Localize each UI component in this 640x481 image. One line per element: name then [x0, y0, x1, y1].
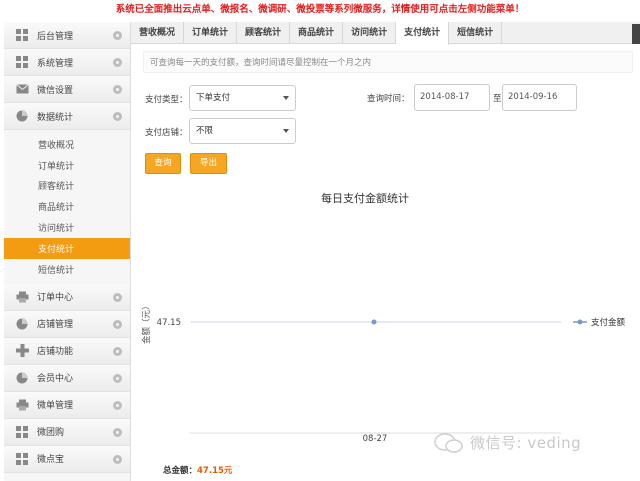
sidebar-item-label: 微信设置 — [37, 85, 74, 96]
sidebar-item-label: 微单管理 — [37, 401, 74, 412]
payment-line-chart: 47.15 金额（元） 08-27 支付金额 — [141, 301, 626, 444]
sidebar-item-micro-shop[interactable]: 微点宝 — [4, 445, 130, 473]
tab-revenue[interactable]: 营收概况 — [131, 22, 185, 44]
expand-circle-icon[interactable] — [113, 427, 122, 437]
sidebar-item-stats[interactable]: 数据统计 — [4, 103, 130, 130]
tab-payments[interactable]: 支付统计 — [396, 22, 450, 45]
expand-circle-icon[interactable] — [113, 319, 122, 329]
sidebar-item-label: 店铺功能 — [37, 347, 74, 358]
envelope-icon — [15, 83, 29, 95]
sidebar-item-system[interactable]: 系统管理 — [4, 49, 130, 76]
expand-circle-icon[interactable] — [113, 58, 122, 67]
sidebar-sub-revenue[interactable]: 营收概况 — [4, 134, 130, 155]
expand-circle-icon[interactable] — [113, 400, 122, 410]
sidebar: 后台管理 系统管理 微信设置 数据统计 营收概况 订单统计 顾客统计 商品统计 … — [4, 22, 131, 481]
sidebar-item-label: 系统管理 — [37, 58, 74, 69]
plus-icon — [15, 344, 29, 358]
grid-icon — [15, 29, 29, 41]
grid-icon — [15, 452, 29, 465]
expand-circle-icon[interactable] — [113, 346, 122, 356]
pie-chart-icon — [15, 372, 29, 384]
sidebar-item-wechat[interactable]: 微信设置 — [4, 76, 130, 103]
sidebar-item-admin[interactable]: 后台管理 — [4, 22, 130, 49]
pie-chart-icon — [15, 110, 29, 122]
grid-icon — [15, 425, 29, 438]
sidebar-item-label: 订单中心 — [37, 293, 74, 304]
tab-visits[interactable]: 访问统计 — [343, 22, 397, 44]
expand-circle-icon[interactable] — [113, 454, 122, 464]
sidebar-item-label: 微点宝 — [37, 455, 65, 466]
corner-image — [632, 24, 640, 44]
printer-icon — [15, 399, 29, 411]
y-tick-label: 47.15 — [157, 318, 181, 328]
total-amount: 总金额：47.15元 — [163, 464, 232, 476]
expand-circle-icon[interactable] — [113, 292, 122, 302]
pie-chart-icon — [15, 318, 29, 330]
main-content: 可查询每一天的支付额，查询时间请尽量控制在一个月之内 支付类型： 下单支付 支付… — [131, 44, 640, 481]
tab-orders[interactable]: 订单统计 — [184, 22, 238, 44]
sidebar-item-members[interactable]: 会员中心 — [4, 364, 130, 392]
sidebar-item-label: 店铺管理 — [37, 320, 74, 331]
sidebar-sub-customers[interactable]: 顾客统计 — [4, 176, 130, 197]
stats-tab-bar: 营收概况 订单统计 顾客统计 商品统计 访问统计 支付统计 短信统计 — [131, 22, 640, 45]
tab-customers[interactable]: 顾客统计 — [237, 22, 291, 44]
sidebar-sub-visits[interactable]: 访问统计 — [4, 217, 130, 238]
watermark-text: 微信号: veding — [470, 434, 582, 452]
data-point — [371, 319, 377, 325]
wechat-logo-icon — [434, 433, 463, 453]
sidebar-item-label: 后台管理 — [37, 31, 74, 42]
expand-circle-icon[interactable] — [113, 373, 122, 383]
announcement-banner: 系统已全面推出云点单、微报名、微调研、微投票等系列微服务，详情使用可点击左侧功能… — [115, 4, 525, 15]
sidebar-item-orders-center[interactable]: 订单中心 — [4, 283, 130, 311]
sidebar-sub-sms[interactable]: 短信统计 — [4, 259, 130, 280]
sidebar-item-group-buy[interactable]: 微团购 — [4, 418, 130, 446]
sidebar-item-micro-orders[interactable]: 微单管理 — [4, 391, 130, 419]
x-tick-label: 08-27 — [363, 434, 388, 444]
sidebar-item-store-functions[interactable]: 店铺功能 — [4, 337, 130, 365]
sidebar-sub-payments[interactable]: 支付统计 — [4, 237, 130, 259]
total-label: 总金额： — [163, 466, 198, 476]
sidebar-sub-products[interactable]: 商品统计 — [4, 196, 130, 217]
total-value: 47.15元 — [197, 466, 233, 476]
legend-marker — [577, 319, 583, 325]
expand-circle-icon[interactable] — [113, 112, 122, 121]
sidebar-item-store-manage[interactable]: 店铺管理 — [4, 310, 130, 338]
sidebar-sub-orders[interactable]: 订单统计 — [4, 155, 130, 176]
sidebar-item-label: 微团购 — [37, 428, 65, 439]
legend-label: 支付金额 — [591, 317, 626, 328]
printer-icon — [15, 291, 29, 303]
tab-products[interactable]: 商品统计 — [290, 22, 344, 44]
expand-circle-icon[interactable] — [113, 85, 122, 94]
expand-circle-icon[interactable] — [113, 31, 122, 40]
grid-icon — [15, 56, 29, 68]
sidebar-item-label: 数据统计 — [37, 112, 74, 123]
tab-sms[interactable]: 短信统计 — [449, 22, 503, 44]
y-axis-label: 金额（元） — [141, 301, 152, 344]
sidebar-item-label: 会员中心 — [37, 374, 74, 385]
